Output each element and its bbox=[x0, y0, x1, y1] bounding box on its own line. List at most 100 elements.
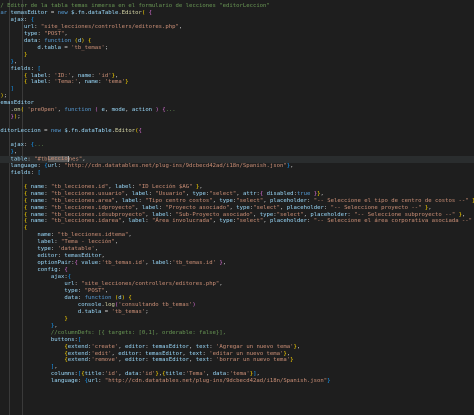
code-line[interactable]: temasEditor bbox=[0, 100, 474, 107]
code-line-text: } bbox=[0, 316, 67, 323]
code-line[interactable]: } bbox=[0, 316, 474, 323]
code-line[interactable]: {extend:'create', editor: temasEditor, t… bbox=[0, 344, 474, 351]
code-line[interactable]: { label: 'ID:', name: 'id'}, bbox=[0, 73, 474, 80]
code-line[interactable]: {extend:'edit', editor: temasEditor, tex… bbox=[0, 351, 474, 358]
code-line[interactable]: { name: "tb_lecciones.idproyecto", label… bbox=[0, 205, 474, 212]
code-line[interactable]: ajax: { bbox=[0, 17, 474, 24]
code-token: , bbox=[114, 72, 119, 79]
code-token: : bbox=[23, 16, 31, 23]
code-line[interactable]: d.tabla = 'tb_temas'; bbox=[0, 309, 474, 316]
code-line[interactable]: { name: "tb_lecciones.usuario", label: "… bbox=[0, 191, 474, 198]
code-line-text: temasEditor bbox=[0, 100, 34, 107]
code-token: { bbox=[88, 37, 92, 44]
code-token: "-- Seleccione el tipo de centro de cost… bbox=[313, 197, 469, 204]
code-line[interactable]: { bbox=[0, 225, 474, 232]
code-token: , bbox=[263, 218, 270, 225]
code-token: "-- Seleccione subproyecto --" bbox=[354, 211, 456, 218]
code-token: . bbox=[10, 107, 14, 114]
code-line[interactable]: data: function (d) { bbox=[0, 38, 474, 45]
code-line[interactable]: columns:[{title:'id', data:'id'},{title:… bbox=[0, 371, 474, 378]
code-line[interactable]: type: "POST", bbox=[0, 31, 474, 38]
code-line[interactable]: var temasEditor = new $.fn.dataTable.Edi… bbox=[0, 10, 474, 17]
code-token: { bbox=[30, 16, 35, 23]
code-line[interactable]: table: "#tbLecciones", bbox=[0, 155, 474, 163]
code-line[interactable]: ], bbox=[0, 364, 474, 371]
code-line[interactable]: language: {url: "http://cdn.datatables.n… bbox=[0, 163, 474, 170]
code-token: ... bbox=[165, 107, 176, 114]
code-line[interactable]: editorLeccion = new $.fn.dataTable.Edito… bbox=[0, 128, 474, 135]
code-token: , bbox=[263, 197, 270, 204]
code-token: name bbox=[30, 190, 45, 197]
code-line[interactable]: editor: temasEditor, bbox=[0, 253, 474, 260]
code-token: temasEditor bbox=[152, 343, 190, 350]
code-token: label bbox=[30, 72, 48, 79]
code-token: label bbox=[114, 183, 132, 190]
code-line[interactable]: label: "Tema - lección", bbox=[0, 239, 474, 246]
code-line[interactable]: data: function (d) { bbox=[0, 295, 474, 302]
code-line[interactable]: fields: [ bbox=[0, 170, 474, 177]
code-line-text: ajax: {... bbox=[0, 142, 44, 149]
code-line[interactable]: type: 'datatable', bbox=[0, 246, 474, 253]
code-line[interactable]: .on( 'preOpen', function ( e, mode, acti… bbox=[0, 107, 474, 114]
code-line[interactable]: ajax:{ bbox=[0, 274, 474, 281]
code-line[interactable] bbox=[0, 121, 474, 128]
code-line[interactable]: { label: 'Tema:', name: 'tema'} bbox=[0, 79, 474, 86]
code-line[interactable]: } bbox=[0, 52, 474, 59]
code-line[interactable]: { name: "tb_lecciones.idarea", label: "Á… bbox=[0, 218, 474, 225]
code-line[interactable]: { name: "tb_lecciones.area", label: "Tip… bbox=[0, 198, 474, 205]
code-line[interactable]: }, bbox=[0, 59, 474, 66]
code-token: ; bbox=[145, 308, 149, 315]
code-token: : bbox=[145, 218, 153, 225]
code-line[interactable]: }); bbox=[0, 114, 474, 121]
code-token: "Sub-Proyecto asociado" bbox=[175, 211, 254, 218]
code-line[interactable]: config: { bbox=[0, 267, 474, 274]
code-token: "http://cdn.datatables.net/plug-ins/9dcb… bbox=[64, 162, 287, 169]
code-line[interactable]: // Editor de la tabla temas inmersa en e… bbox=[0, 3, 474, 10]
code-line[interactable]: url: "site_lecciones/controllers/editore… bbox=[0, 24, 474, 31]
code-line[interactable]: url: "site_lecciones/controllers/editore… bbox=[0, 281, 474, 288]
code-token: } bbox=[23, 51, 28, 58]
code-line[interactable]: ajax: {... bbox=[0, 142, 474, 149]
code-line[interactable]: console.log('consultando tb_temas') bbox=[0, 302, 474, 309]
code-line[interactable] bbox=[0, 135, 474, 142]
code-line[interactable]: d.tabla = 'tb_temas'; bbox=[0, 45, 474, 52]
code-token: dataTable bbox=[81, 128, 112, 135]
code-line-text: }, bbox=[0, 323, 58, 330]
code-line-text: editor: temasEditor, bbox=[0, 253, 104, 260]
code-line[interactable]: {extend:'remove', editor: temasEditor, t… bbox=[0, 357, 474, 364]
code-line[interactable]: optionPair:{ value:'tb_temas.id', label:… bbox=[0, 260, 474, 267]
code-line[interactable]: }); bbox=[0, 93, 474, 100]
code-line[interactable]: fields: [ bbox=[0, 66, 474, 73]
code-line-text: fields: [ bbox=[0, 66, 40, 73]
code-line-text: {extend:'remove', editor: temasEditor, t… bbox=[0, 357, 293, 364]
code-line[interactable]: buttons:[ bbox=[0, 337, 474, 344]
code-token: : bbox=[98, 378, 105, 385]
code-token: name bbox=[30, 211, 45, 218]
code-token: label bbox=[37, 239, 55, 246]
code-editor[interactable]: // Editor de la tabla temas inmersa en e… bbox=[0, 0, 474, 415]
code-line[interactable]: ] bbox=[0, 86, 474, 93]
code-token: , bbox=[13, 148, 18, 155]
code-line-text: { bbox=[0, 225, 27, 232]
code-line[interactable]: { name: "tb_lecciones.id", label: "ID Le… bbox=[0, 184, 474, 191]
code-token: tabla bbox=[44, 44, 62, 51]
code-token: 'consultando tb_temas' bbox=[118, 301, 193, 308]
code-line-text: }, bbox=[0, 59, 17, 66]
code-line[interactable]: //columnDefs: [{ targets: [0,1], orderab… bbox=[0, 330, 474, 337]
code-line-text: ajax:{ bbox=[0, 274, 71, 281]
code-token: , bbox=[54, 364, 58, 371]
code-line[interactable]: }, bbox=[0, 149, 474, 156]
code-line[interactable] bbox=[0, 177, 474, 184]
code-line[interactable]: }, bbox=[0, 323, 474, 330]
code-line[interactable]: language: {url: "http://cdn.datatables.n… bbox=[0, 378, 474, 385]
code-line[interactable]: type: "POST", bbox=[0, 288, 474, 295]
